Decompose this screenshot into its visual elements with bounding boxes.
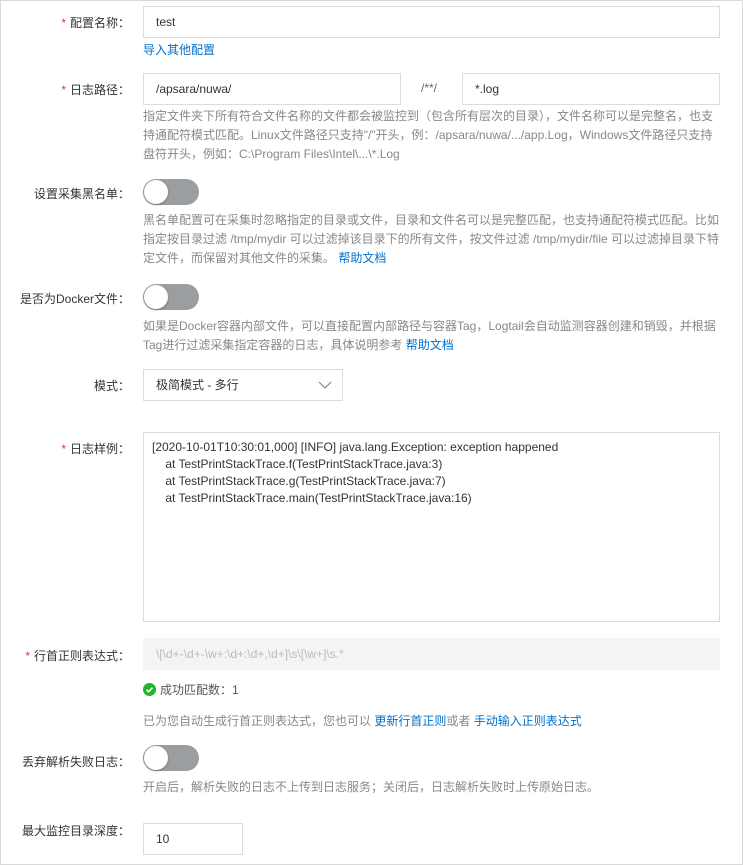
chevron-down-icon (318, 381, 332, 389)
mode-select[interactable]: 极简模式 - 多行 (143, 369, 343, 401)
depth-label: 最大监控目录深度： (21, 824, 130, 838)
update-regex-link[interactable]: 更新行首正则 (374, 714, 446, 728)
log-path-label: * 日志路径： (61, 83, 130, 97)
config-name-label: * 配置名称： (61, 16, 130, 30)
log-path-help: 指定文件夹下所有符合文件名称的文件都会被监控到（包含所有层次的目录），文件名称可… (143, 109, 714, 161)
path-separator: /**/ (421, 81, 438, 95)
docker-help: 如果是Docker容器内部文件，可以直接配置内部路径与容器Tag，Logtail… (143, 319, 716, 352)
blacklist-toggle[interactable] (143, 179, 199, 205)
regex-label: * 行首正则表达式： (25, 649, 130, 663)
blacklist-label: 设置采集黑名单： (33, 187, 130, 201)
blacklist-help: 黑名单配置可在采集时忽略指定的目录或文件，目录和文件名可以是完整匹配，也支持通配… (143, 213, 720, 265)
docker-toggle[interactable] (143, 284, 199, 310)
docker-label: 是否为Docker文件： (19, 292, 130, 306)
regex-auto-text: 已为您自动生成行首正则表达式，您也可以 更新行首正则或者 手动输入正则表达式 (143, 714, 582, 728)
regex-input[interactable]: \[\d+-\d+-\w+:\d+:\d+,\d+]\s\[\w+]\s.* (143, 638, 720, 670)
match-result: 成功匹配数：1 (143, 681, 239, 698)
log-dir-input[interactable]: /apsara/nuwa/ (143, 73, 401, 105)
depth-input[interactable]: 10 (143, 823, 243, 855)
log-sample-textarea[interactable]: [2020-10-01T10:30:01,000] [INFO] java.la… (143, 432, 720, 622)
config-name-input[interactable]: test (143, 6, 720, 38)
import-config-link[interactable]: 导入其他配置 (143, 41, 215, 58)
mode-label: 模式： (93, 379, 130, 393)
discard-toggle[interactable] (143, 745, 199, 771)
manual-regex-link[interactable]: 手动输入正则表达式 (474, 714, 582, 728)
sample-label: * 日志样例： (61, 442, 130, 456)
check-circle-icon (143, 683, 156, 696)
blacklist-help-link[interactable]: 帮助文档 (338, 251, 386, 265)
log-file-input[interactable]: *.log (462, 73, 720, 105)
discard-label: 丢弃解析失败日志： (21, 755, 130, 769)
discard-help: 开启后，解析失败的日志不上传到日志服务；关闭后，日志解析失败时上传原始日志。 (143, 780, 600, 794)
docker-help-link[interactable]: 帮助文档 (406, 338, 454, 352)
